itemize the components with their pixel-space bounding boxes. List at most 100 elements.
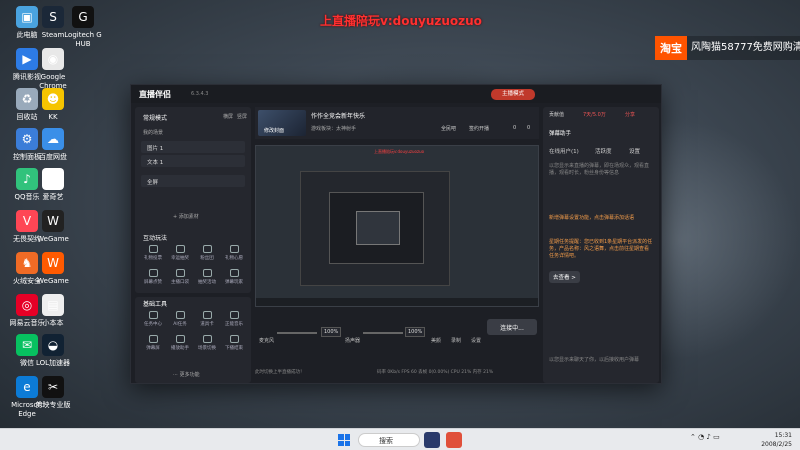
source-item[interactable]: 全屏 — [141, 175, 245, 187]
feature-button[interactable]: 正能音乐 — [222, 311, 246, 327]
app-icon: W — [42, 252, 64, 274]
feature-label: 主播口袋 — [171, 280, 189, 285]
feature-icon — [175, 311, 185, 319]
feature-label: AI任务 — [173, 322, 187, 327]
feature-icon — [229, 269, 239, 277]
desktop-icon[interactable]: ✂ 剪映专业版 — [28, 376, 78, 410]
speaker-percent[interactable]: 100% — [405, 327, 426, 337]
icon-glyph: ◉ — [47, 51, 59, 66]
feature-button[interactable]: 屏幕点赞 — [141, 269, 165, 285]
feature-button[interactable]: 道具卡 — [195, 311, 219, 327]
icon-glyph: ☁ — [47, 131, 59, 146]
feature-button[interactable]: 礼物心愿 — [222, 245, 246, 261]
feature-button[interactable]: 抽奖活动 — [195, 269, 219, 285]
panel-footer: 以您显示来聊天了你，以后接收用户弹幕 — [549, 357, 640, 363]
system-tray[interactable]: ⌃ ◔ ♪ ▭ — [690, 433, 720, 441]
preview-banner: 上直播陪玩v:douyuzuozuo — [374, 149, 425, 154]
header-tool[interactable]: 签约开播 — [469, 125, 489, 132]
mic-percent[interactable]: 100% — [321, 327, 342, 337]
desktop-icon-label: WeGame — [37, 235, 69, 243]
audio-controls: 麦克风 100% 扬声器 100% 美颜 录制 设置 连接中... — [255, 307, 539, 347]
feature-button[interactable]: 主播口袋 — [168, 269, 192, 285]
feature-icon — [229, 245, 239, 253]
source-item[interactable]: 图片 1 — [141, 141, 245, 153]
desktop-icon-label: LOL加速器 — [35, 359, 71, 367]
preview-nested-window — [329, 192, 424, 264]
subtab-settings[interactable]: 设置 — [629, 147, 640, 155]
feature-icon — [148, 269, 158, 277]
subtab-online[interactable]: 在线用户(1) — [549, 147, 579, 155]
header-tool[interactable]: 全民吧 — [441, 125, 456, 132]
feature-label: 播放助手 — [171, 346, 189, 351]
mode-select[interactable]: 常规模式 — [143, 113, 167, 122]
status-bar: 此时切换上半直播成功！ 码率 0Kb/s FPS 60 丢帧 0(0.00%) … — [255, 369, 539, 375]
feature-label: 下播结束 — [225, 346, 243, 351]
stream-preview[interactable]: 上直播陪玩v:douyuzuozuo — [255, 145, 539, 307]
desktop-icon[interactable]: ☻ KK — [28, 88, 78, 122]
feature-button[interactable]: 礼物投票 — [141, 245, 165, 261]
tab-stats[interactable]: 7天/5.0万 — [583, 111, 606, 118]
icon-glyph: ◒ — [47, 337, 59, 352]
feature-button[interactable]: 场景切换 — [195, 335, 219, 351]
desktop-icon[interactable]: W WeGame — [28, 252, 78, 286]
desktop-icon[interactable]: ▤ 小本本 — [28, 294, 78, 328]
record-button[interactable]: 录制 — [451, 337, 461, 344]
feature-button[interactable]: 播放助手 — [168, 335, 192, 351]
feature-icon — [148, 245, 158, 253]
icon-glyph: ◐ — [47, 171, 59, 186]
layout-landscape[interactable]: 横屏 — [223, 113, 233, 120]
taskbar-app-icon[interactable] — [424, 432, 440, 448]
feature-button[interactable]: 弹幕玩家 — [222, 269, 246, 285]
add-source-button[interactable]: + 添加素材 — [173, 213, 199, 220]
preview-nested-window — [300, 171, 450, 286]
overlay-banner: 上直播陪玩v:douyuzuozuo — [320, 14, 482, 28]
stream-title[interactable]: 作作全竞会新年快乐 — [311, 111, 365, 120]
desktop-icon[interactable]: G Logitech G HUB — [58, 6, 108, 49]
subtab-activity[interactable]: 活跃度 — [595, 147, 612, 155]
feature-button[interactable]: 任务中心 — [141, 311, 165, 327]
feature-icon — [202, 269, 212, 277]
interact-title: 互动玩法 — [143, 235, 168, 242]
beauty-button[interactable]: 美颜 — [431, 337, 441, 344]
feature-button[interactable]: 粉丝团 — [195, 245, 219, 261]
feature-button[interactable]: AI任务 — [168, 311, 192, 327]
tab-share[interactable]: 分享 — [625, 111, 635, 118]
cover-thumbnail[interactable]: 修改封面 — [258, 110, 306, 136]
desktop-icon-label: 小本本 — [42, 319, 64, 327]
clock[interactable]: 15:31 2008/2/25 — [752, 431, 792, 449]
taskbar-app-icon[interactable] — [446, 432, 462, 448]
app-icon: ◐ — [42, 168, 64, 190]
taobao-badge: 淘宝 — [655, 36, 687, 60]
feature-icon — [202, 335, 212, 343]
desktop-icon-label: 爱奇艺 — [42, 193, 64, 201]
panel-title: 弹幕助手 — [549, 131, 572, 137]
feature-label: 道具卡 — [200, 322, 214, 327]
app-icon: ▤ — [42, 294, 64, 316]
icon-glyph: W — [47, 213, 59, 228]
desktop-icon[interactable]: ◉ Google Chrome — [28, 48, 78, 91]
settings-button[interactable]: 设置 — [471, 337, 481, 344]
mic-slider[interactable] — [277, 332, 317, 334]
feature-label: 任务中心 — [144, 322, 162, 327]
desktop-icon[interactable]: W WeGame — [28, 210, 78, 244]
taobao-overlay: 淘宝 风陶猫58777免费网购清单 — [655, 36, 800, 60]
desktop-icon[interactable]: ◒ LOL加速器 — [28, 334, 78, 368]
more-features-button[interactable]: ⋯ 更多功能 — [173, 371, 200, 378]
app-icon: W — [42, 210, 64, 232]
tab-contribution[interactable]: 贡献值 — [549, 111, 564, 118]
feature-button[interactable]: 幸运抽奖 — [168, 245, 192, 261]
taskbar-search[interactable]: 搜索 — [358, 433, 420, 447]
source-item[interactable]: 文本 1 — [141, 155, 245, 167]
view-task-button[interactable]: 去查看 > — [549, 271, 580, 283]
desktop-icon[interactable]: ◐ 爱奇艺 — [28, 168, 78, 202]
stream-category[interactable]: 游戏板块：太神射手 — [311, 125, 356, 132]
desktop-icon[interactable]: ☁ 百度网盘 — [28, 128, 78, 162]
feature-button[interactable]: 弹幕屏 — [141, 335, 165, 351]
speaker-slider[interactable] — [363, 332, 403, 334]
connect-button[interactable]: 连接中... — [487, 319, 537, 335]
feature-label: 礼物心愿 — [225, 256, 243, 261]
start-button[interactable] — [338, 434, 350, 446]
layout-portrait[interactable]: 竖屏 — [237, 113, 247, 120]
feature-button[interactable]: 下播结束 — [222, 335, 246, 351]
live-badge[interactable]: 主播模式 — [491, 89, 535, 100]
